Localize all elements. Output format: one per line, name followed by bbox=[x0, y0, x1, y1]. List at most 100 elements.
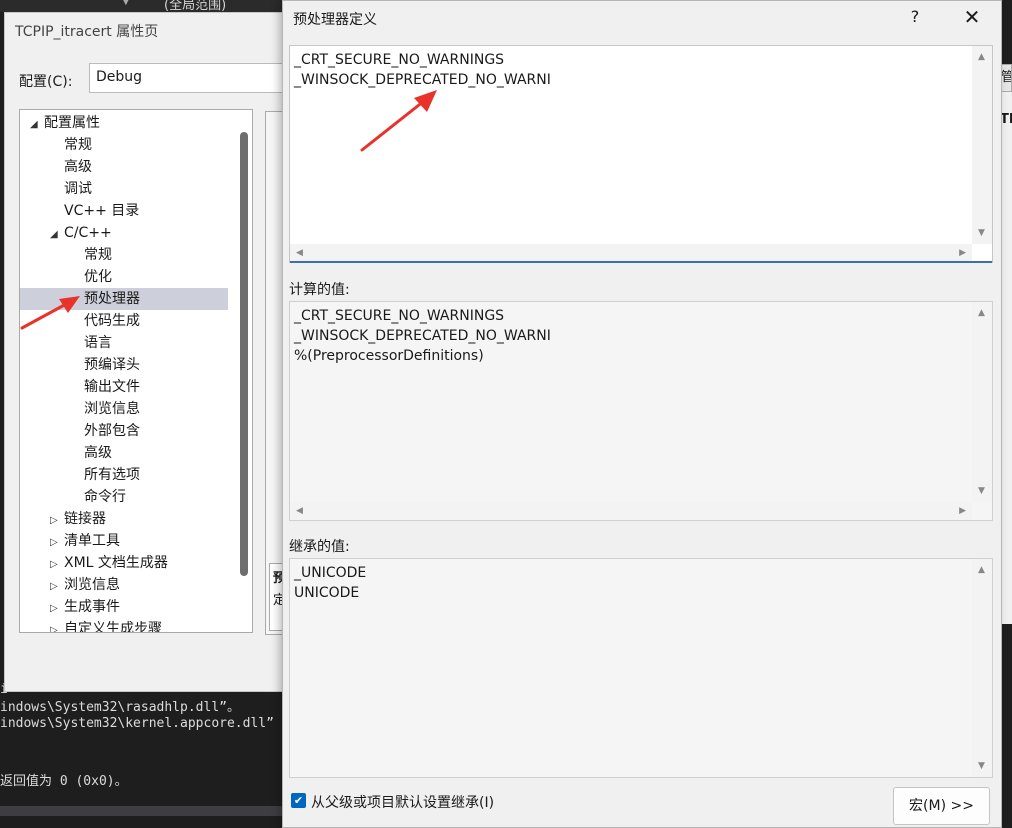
tree-item[interactable]: 所有选项 bbox=[70, 464, 140, 486]
scroll-left-icon[interactable]: ◀ bbox=[296, 248, 303, 258]
tree-item[interactable]: ▷ XML 文档生成器 bbox=[50, 552, 168, 574]
close-button[interactable]: ✕ bbox=[959, 4, 985, 30]
scroll-down-icon[interactable]: ▼ bbox=[978, 486, 985, 496]
window-title: TCPIP_itracert 属性页 bbox=[15, 24, 159, 40]
scroll-right-icon[interactable]: ▶ bbox=[959, 506, 966, 516]
tree-item[interactable]: 常规 bbox=[70, 244, 112, 266]
vertical-scrollbar[interactable]: ▲ ▼ bbox=[972, 302, 992, 502]
scroll-up-icon[interactable]: ▲ bbox=[978, 52, 985, 62]
evaluated-line: _WINSOCK_DEPRECATED_NO_WARNI bbox=[294, 328, 551, 344]
expander-icon[interactable]: ◢ bbox=[50, 224, 64, 246]
inherited-line: _UNICODE bbox=[294, 565, 367, 581]
tree-item-label: 外部包含 bbox=[84, 423, 140, 439]
expander-icon[interactable]: ◢ bbox=[30, 114, 44, 136]
inherit-checkbox[interactable]: ✔ bbox=[291, 793, 306, 808]
evaluated-text: _CRT_SECURE_NO_WARNINGS _WINSOCK_DEPRECA… bbox=[294, 306, 551, 366]
inherited-value-label: 继承的值: bbox=[289, 539, 350, 555]
focus-indicator bbox=[290, 261, 992, 263]
tree-scrollbar-thumb[interactable] bbox=[240, 132, 248, 576]
definition-line: _CRT_SECURE_NO_WARNINGS bbox=[294, 52, 505, 68]
tree-item[interactable]: ▷ 生成事件 bbox=[50, 596, 120, 618]
tree-item[interactable]: 命令行 bbox=[70, 486, 126, 508]
tree-item[interactable]: ▷ 链接器 bbox=[50, 508, 106, 530]
tree-item[interactable]: ▷ 清单工具 bbox=[50, 530, 120, 552]
vertical-scrollbar[interactable]: ▲ ▼ bbox=[972, 46, 992, 244]
definitions-text[interactable]: _CRT_SECURE_NO_WARNINGS _WINSOCK_DEPRECA… bbox=[294, 50, 551, 90]
tree-item-label: 浏览信息 bbox=[84, 401, 140, 417]
expander-icon[interactable]: ▷ bbox=[50, 620, 64, 632]
tree-item[interactable]: 代码生成 bbox=[70, 310, 140, 332]
tree-item[interactable]: ▷ 自定义生成步骤 bbox=[50, 618, 162, 632]
tree-item-label: 常规 bbox=[84, 247, 112, 263]
expander-icon[interactable]: ▷ bbox=[50, 598, 64, 620]
tree-item-label: C/C++ bbox=[64, 225, 112, 241]
tree-item-label: VC++ 目录 bbox=[64, 203, 140, 219]
tree-item[interactable]: ▷ 浏览信息 bbox=[50, 574, 120, 596]
scroll-up-icon[interactable]: ▲ bbox=[978, 565, 985, 575]
output-line: indows\System32\rasadhlp.dll”。 bbox=[0, 700, 240, 715]
vertical-scrollbar[interactable]: ▲ ▼ bbox=[972, 559, 992, 777]
expander-icon[interactable]: ▷ bbox=[50, 554, 64, 576]
tree-item[interactable]: ◢ C/C++ bbox=[50, 222, 112, 244]
evaluated-value-box: _CRT_SECURE_NO_WARNINGS _WINSOCK_DEPRECA… bbox=[289, 301, 993, 521]
tree-item-label: 常规 bbox=[64, 137, 92, 153]
scroll-left-icon[interactable]: ◀ bbox=[296, 506, 303, 516]
definition-line: _WINSOCK_DEPRECATED_NO_WARNI bbox=[294, 72, 551, 88]
tree-item[interactable]: 预编译头 bbox=[70, 354, 140, 376]
evaluated-line: _CRT_SECURE_NO_WARNINGS bbox=[294, 308, 505, 324]
tree-item[interactable]: 浏览信息 bbox=[70, 398, 140, 420]
inherited-value-box: _UNICODE UNICODE ▲ ▼ bbox=[289, 558, 993, 778]
property-tree: ◢ 配置属性 常规 高级 调试 VC++ 目录 ◢ C/C++ 常规 优化 预处理器 代码生成 语言 预编… bbox=[19, 109, 253, 633]
tree-item-label: 高级 bbox=[84, 445, 112, 461]
tree-item-label: 高级 bbox=[64, 159, 92, 175]
tree-item-label: 链接器 bbox=[64, 511, 106, 527]
horizontal-scrollbar[interactable]: ◀ ▶ bbox=[290, 502, 972, 520]
preprocessor-definitions-dialog: 预处理器定义 ? ✕ _CRT_SECURE_NO_WARNINGS _WINS… bbox=[282, 0, 1002, 828]
tree-item-label: 浏览信息 bbox=[64, 577, 120, 593]
scroll-up-icon[interactable]: ▲ bbox=[978, 308, 985, 318]
output-line: indows\System32\kernel.appcore.dll” bbox=[0, 716, 274, 731]
scroll-right-icon[interactable]: ▶ bbox=[959, 248, 966, 258]
macro-button[interactable]: 宏(M) >> bbox=[893, 787, 990, 825]
scroll-down-icon[interactable]: ▼ bbox=[978, 228, 985, 238]
tree-item[interactable]: 语言 bbox=[70, 332, 112, 354]
tree-item-label: 配置属性 bbox=[44, 115, 100, 131]
expander-icon[interactable]: ▷ bbox=[50, 576, 64, 598]
tree-item[interactable]: ◢ 配置属性 bbox=[30, 112, 100, 134]
ide-scope-bar: ▼ (全局范围) bbox=[0, 0, 290, 13]
tree-item[interactable]: 优化 bbox=[70, 266, 112, 288]
tree-item-label: XML 文档生成器 bbox=[64, 555, 168, 571]
tree-item-label: 语言 bbox=[84, 335, 112, 351]
config-select[interactable]: Debug bbox=[89, 63, 299, 93]
evaluated-value-label: 计算的值: bbox=[289, 282, 350, 298]
tree-item[interactable]: 外部包含 bbox=[70, 420, 140, 442]
tree-item[interactable]: 预处理器 bbox=[20, 288, 228, 310]
tree-item-label: 生成事件 bbox=[64, 599, 120, 615]
chevron-down-icon[interactable]: ▼ bbox=[122, 0, 130, 7]
tree-item-label: 调试 bbox=[64, 181, 92, 197]
expander-icon[interactable]: ▷ bbox=[50, 532, 64, 554]
tree-item-label: 预编译头 bbox=[84, 357, 140, 373]
property-pages-window: TCPIP_itracert 属性页 配置(C): Debug ◢ 配置属性 常规高… bbox=[4, 12, 305, 692]
definitions-editor[interactable]: _CRT_SECURE_NO_WARNINGS _WINSOCK_DEPRECA… bbox=[289, 45, 993, 263]
tree-item-label: 预处理器 bbox=[84, 291, 140, 307]
tree-item-label: 优化 bbox=[84, 269, 112, 285]
tree-item[interactable]: 高级 bbox=[50, 156, 92, 178]
tree-item[interactable]: 高级 bbox=[70, 442, 112, 464]
tree-item-label: 代码生成 bbox=[84, 313, 140, 329]
tree-item-label: 所有选项 bbox=[84, 467, 140, 483]
dialog-title: 预处理器定义 bbox=[293, 12, 377, 28]
tree-item-label: 清单工具 bbox=[64, 533, 120, 549]
scroll-down-icon[interactable]: ▼ bbox=[978, 761, 985, 771]
tree-item[interactable]: VC++ 目录 bbox=[50, 200, 139, 222]
help-button[interactable]: ? bbox=[905, 4, 925, 30]
ide-horizontal-scrollbar[interactable] bbox=[0, 806, 282, 816]
tree-item[interactable]: 常规 bbox=[50, 134, 92, 156]
inherited-text: _UNICODE UNICODE bbox=[294, 563, 366, 603]
inherit-checkbox-label[interactable]: 从父级或项目默认设置继承(I) bbox=[311, 792, 494, 812]
tree-item[interactable]: 输出文件 bbox=[70, 376, 140, 398]
tree-item-label: 输出文件 bbox=[84, 379, 140, 395]
tree-item[interactable]: 调试 bbox=[50, 178, 92, 200]
expander-icon[interactable]: ▷ bbox=[50, 510, 64, 532]
horizontal-scrollbar[interactable]: ◀ ▶ bbox=[290, 244, 972, 262]
